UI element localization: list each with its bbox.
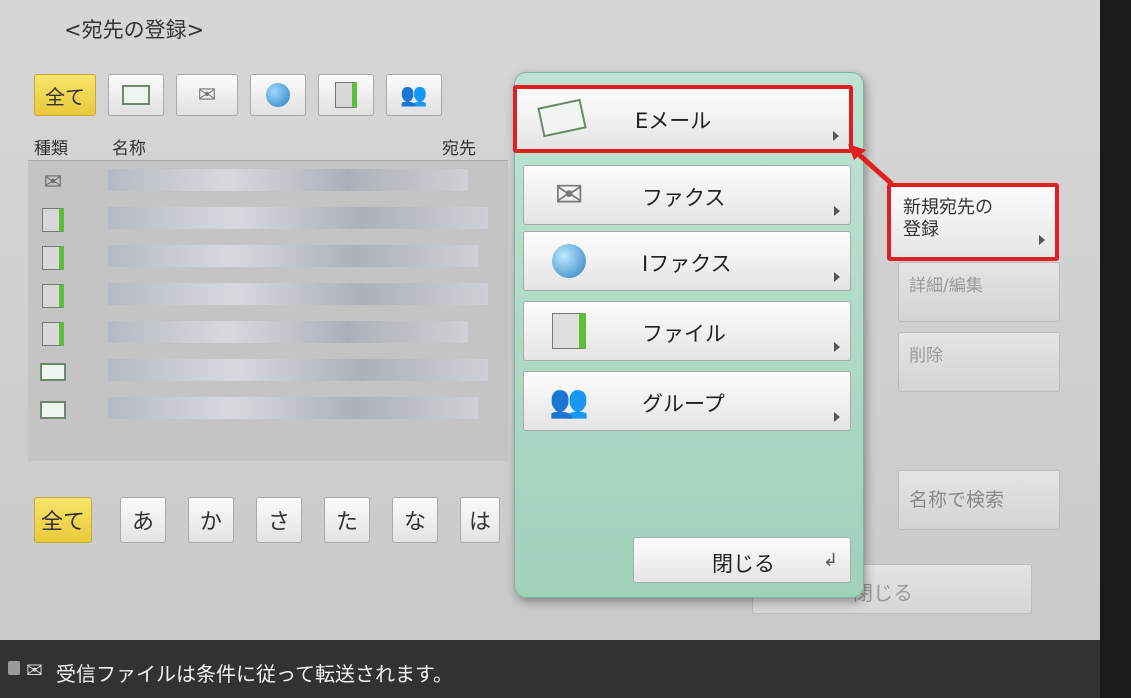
file-icon [38, 321, 68, 347]
list-row[interactable] [28, 393, 508, 427]
group-icon: 👥 [549, 382, 589, 420]
list-row[interactable] [28, 355, 508, 389]
column-destination: 宛先 [442, 139, 476, 159]
file-icon [38, 207, 68, 233]
search-by-name-button[interactable]: 名称で検索 [898, 470, 1060, 530]
popup-item-file[interactable]: ファイル [523, 301, 851, 361]
redacted-entry [108, 245, 478, 267]
popup-item-ifax[interactable]: Iファクス [523, 231, 851, 291]
popup-item-group[interactable]: 👥 グループ [523, 371, 851, 431]
list-row[interactable] [28, 241, 508, 275]
redacted-entry [108, 283, 488, 305]
popup-item-label: Eメール [635, 109, 712, 133]
list-row[interactable] [28, 279, 508, 313]
kana-filter-a[interactable]: あ [120, 497, 166, 543]
kana-filter-ha[interactable]: は [460, 497, 500, 543]
filter-file-button[interactable] [318, 74, 374, 116]
group-icon: 👥 [400, 82, 428, 108]
delete-button[interactable]: 削除 [898, 332, 1060, 392]
chevron-right-icon [834, 206, 840, 216]
file-icon [38, 245, 68, 271]
file-icon [38, 283, 68, 309]
kana-filter-ta[interactable]: た [324, 497, 370, 543]
address-list: ✉ [28, 160, 508, 461]
page-title: <宛先の登録> [64, 18, 205, 42]
popup-item-email[interactable]: Eメール [513, 85, 853, 153]
return-icon: ↲ [822, 550, 838, 571]
popup-item-label: Iファクス [642, 252, 732, 276]
redacted-entry [108, 169, 468, 191]
popup-close-button[interactable]: 閉じる ↲ [633, 537, 851, 583]
popup-item-label: ファイル [642, 322, 726, 346]
column-name: 名称 [112, 139, 146, 159]
chevron-right-icon [834, 342, 840, 352]
address-registration-screen: <宛先の登録> 全て ✉ 👥 種類 名称 宛先 ✉ 全て あ か さ た な は… [0, 0, 1100, 660]
filter-group-button[interactable]: 👥 [386, 74, 442, 116]
ifax-icon [266, 83, 290, 107]
email-icon [537, 98, 587, 138]
kana-filter-ka[interactable]: か [188, 497, 234, 543]
chevron-right-icon [1039, 235, 1045, 245]
list-row[interactable]: ✉ [28, 165, 508, 199]
filter-ifax-button[interactable] [250, 74, 306, 116]
redacted-entry [108, 359, 488, 381]
ifax-icon [546, 242, 592, 280]
column-type: 種類 [34, 139, 68, 159]
popup-item-fax[interactable]: ✉ ファクス [523, 165, 851, 225]
chevron-right-icon [833, 131, 839, 141]
status-bar: ✉ 受信ファイルは条件に従って転送されます。 [0, 640, 1100, 698]
details-edit-label: 詳細/編集 [909, 276, 983, 296]
delete-label: 削除 [909, 346, 943, 366]
list-row[interactable] [28, 203, 508, 237]
fax-icon: ✉ [26, 658, 43, 682]
filter-email-button[interactable] [108, 74, 164, 116]
popup-item-label: グループ [642, 392, 725, 416]
chevron-right-icon [834, 272, 840, 282]
file-icon [335, 82, 357, 108]
fax-icon: ✉ [197, 82, 217, 108]
filter-all-button[interactable]: 全て [34, 74, 96, 116]
lock-icon [8, 661, 20, 675]
redacted-entry [108, 397, 478, 419]
device-bezel [1100, 0, 1131, 698]
kana-filter-sa[interactable]: さ [256, 497, 302, 543]
popup-item-label: ファクス [642, 186, 726, 210]
details-edit-button[interactable]: 詳細/編集 [898, 262, 1060, 322]
list-row[interactable] [28, 317, 508, 351]
fax-icon: ✉ [554, 175, 584, 215]
popup-close-label: 閉じる [712, 552, 775, 576]
new-destination-register-label: 新規宛先の 登録 [903, 197, 993, 240]
kana-filter-all[interactable]: 全て [34, 497, 92, 543]
search-by-name-label: 名称で検索 [909, 489, 1005, 511]
new-destination-register-button[interactable]: 新規宛先の 登録 [887, 183, 1059, 261]
file-icon [546, 312, 592, 350]
chevron-right-icon [834, 412, 840, 422]
redacted-entry [108, 321, 468, 343]
filter-fax-button[interactable]: ✉ [176, 74, 238, 116]
fax-icon: ✉ [43, 169, 63, 195]
new-destination-type-popup: Eメール ✉ ファクス Iファクス ファイル 👥 グループ 閉じる ↲ [513, 72, 864, 598]
redacted-entry [108, 207, 488, 229]
email-icon [38, 397, 68, 423]
email-icon [38, 359, 68, 385]
email-icon [122, 85, 150, 105]
red-arrow-annotation [848, 144, 894, 186]
kana-filter-na[interactable]: な [392, 497, 438, 543]
status-message: 受信ファイルは条件に従って転送されます。 [56, 662, 453, 686]
